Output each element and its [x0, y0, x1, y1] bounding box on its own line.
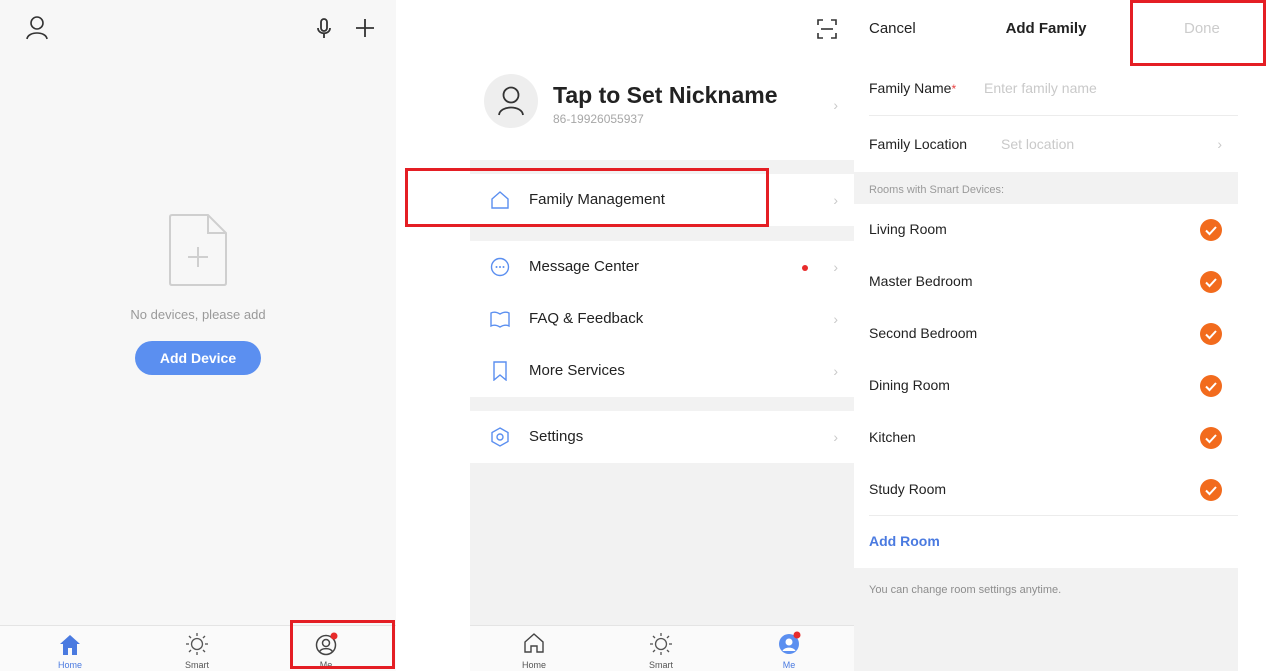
home-filled-icon	[59, 634, 81, 656]
chevron-right-icon: ›	[833, 429, 838, 445]
add-family-screen: Cancel Add Family Done Family Name* Ente…	[854, 0, 1238, 671]
room-name: Study Room	[869, 481, 947, 497]
tab-smart[interactable]: Smart	[157, 626, 237, 671]
empty-state-text: No devices, please add	[130, 307, 266, 322]
room-row-kitchen[interactable]: Kitchen	[854, 412, 1238, 464]
menu-item-settings[interactable]: Settings ›	[470, 411, 854, 463]
checkmark-icon[interactable]	[1200, 271, 1222, 298]
tab-me[interactable]: Me	[749, 626, 829, 671]
avatar[interactable]	[484, 74, 538, 128]
family-location-row[interactable]: Family Location Set location ›	[854, 116, 1238, 172]
plus-icon[interactable]	[354, 17, 376, 39]
home-screen: No devices, please add Add Device Home S…	[0, 0, 396, 671]
hex-settings-icon	[490, 427, 510, 447]
tab-label: Home	[57, 660, 82, 670]
tab-smart[interactable]: Smart	[621, 626, 701, 671]
me-screen: Tap to Set Nickname 86-19926055937 › Fam…	[470, 0, 854, 671]
highlight-box-done	[1130, 0, 1266, 66]
menu-label: Settings	[529, 428, 584, 445]
highlight-box-family-management	[405, 168, 769, 227]
tab-label: Smart	[184, 660, 209, 670]
checkmark-icon[interactable]	[1200, 323, 1222, 350]
room-row-master-bedroom[interactable]: Master Bedroom	[854, 256, 1238, 308]
menu-item-faq-feedback[interactable]: FAQ & Feedback ›	[470, 293, 854, 345]
tab-home[interactable]: Home	[494, 626, 574, 671]
menu-label: FAQ & Feedback	[529, 310, 644, 327]
tab-label: Home	[521, 660, 546, 670]
tab-label: Me	[782, 660, 796, 670]
menu-group-main: Message Center › FAQ & Feedback › More S…	[470, 241, 854, 397]
room-name: Living Room	[869, 221, 947, 237]
menu-label: Message Center	[529, 258, 640, 275]
empty-document-add-icon	[168, 213, 228, 287]
tab-home[interactable]: Home	[30, 626, 110, 671]
room-row-dining-room[interactable]: Dining Room	[854, 360, 1238, 412]
family-form: Family Name* Enter family name Family Lo…	[854, 60, 1238, 172]
family-name-label: Family Name*	[869, 80, 956, 96]
divider	[869, 515, 1238, 516]
sun-icon	[650, 632, 672, 656]
required-mark: *	[951, 82, 957, 96]
unread-badge	[802, 265, 808, 271]
menu-label: More Services	[529, 362, 625, 379]
room-row-second-bedroom[interactable]: Second Bedroom	[854, 308, 1238, 360]
room-name: Master Bedroom	[869, 273, 973, 289]
menu-group-settings: Settings ›	[470, 411, 854, 463]
tab-label: Smart	[648, 660, 673, 670]
user-profile-icon[interactable]	[26, 16, 48, 40]
room-row-living-room[interactable]: Living Room	[854, 204, 1238, 256]
room-settings-note: You can change room settings anytime.	[869, 584, 1062, 596]
sun-icon	[186, 632, 208, 656]
rooms-list: Living Room Master Bedroom Second Bedroo…	[854, 204, 1238, 568]
checkmark-icon[interactable]	[1200, 427, 1222, 454]
chevron-right-icon: ›	[833, 192, 838, 208]
add-room-button[interactable]: Add Room	[869, 533, 940, 549]
checkmark-icon[interactable]	[1200, 375, 1222, 402]
add-device-button[interactable]: Add Device	[135, 341, 261, 375]
chevron-right-icon: ›	[833, 363, 838, 379]
nickname-text[interactable]: Tap to Set Nickname	[553, 82, 778, 109]
user-profile-icon	[498, 86, 524, 116]
chat-bubble-icon	[490, 257, 510, 277]
family-name-input[interactable]: Enter family name	[984, 80, 1097, 96]
bookmark-icon	[490, 361, 510, 381]
book-icon	[490, 309, 510, 329]
menu-item-message-center[interactable]: Message Center ›	[470, 241, 854, 293]
chevron-right-icon: ›	[1217, 136, 1222, 152]
family-location-label: Family Location	[869, 136, 968, 152]
room-row-study-room[interactable]: Study Room	[854, 464, 1238, 516]
family-name-row[interactable]: Family Name* Enter family name	[854, 60, 1238, 116]
chevron-right-icon: ›	[833, 97, 838, 113]
profile-header[interactable]: Tap to Set Nickname 86-19926055937 ›	[470, 0, 854, 160]
room-name: Second Bedroom	[869, 325, 978, 341]
person-filled-icon	[778, 631, 802, 655]
room-name: Dining Room	[869, 377, 950, 393]
family-name-label-text: Family Name	[869, 80, 952, 96]
chevron-right-icon: ›	[833, 259, 838, 275]
family-location-input[interactable]: Set location	[1001, 136, 1074, 152]
home-outline-icon	[523, 632, 545, 654]
highlight-box-me-tab	[290, 620, 395, 669]
bottom-tab-bar: Home Smart Me	[470, 625, 854, 671]
rooms-section-title: Rooms with Smart Devices:	[869, 184, 1005, 196]
scan-icon[interactable]	[817, 19, 837, 39]
checkmark-icon[interactable]	[1200, 219, 1222, 246]
menu-item-more-services[interactable]: More Services ›	[470, 345, 854, 397]
phone-number-text: 86-19926055937	[553, 112, 644, 126]
chevron-right-icon: ›	[833, 311, 838, 327]
checkmark-icon[interactable]	[1200, 479, 1222, 506]
microphone-icon[interactable]	[316, 18, 332, 40]
room-name: Kitchen	[869, 429, 916, 445]
